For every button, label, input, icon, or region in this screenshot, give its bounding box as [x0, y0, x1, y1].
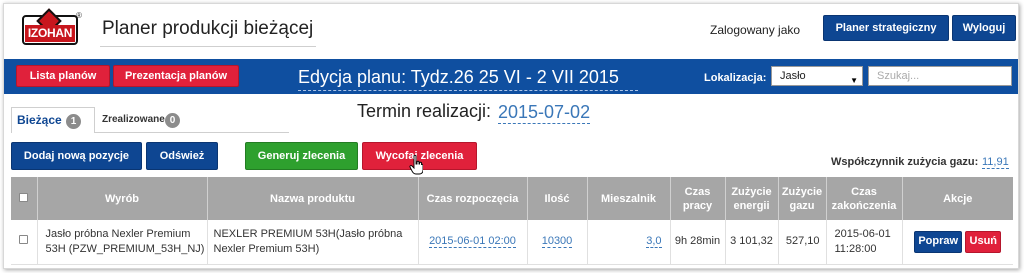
- column-header: Wyrób: [37, 177, 208, 220]
- delete-button[interactable]: Usuń: [965, 230, 1002, 253]
- realization-date[interactable]: 2015-07-02: [498, 101, 591, 124]
- mixer-cell: 3,0: [587, 220, 671, 265]
- column-header: Zużycie energii: [725, 177, 779, 220]
- select-all-checkbox[interactable]: [19, 192, 29, 202]
- tab-current-label[interactable]: Bieżące: [17, 113, 62, 127]
- select-all-cell: [11, 177, 38, 220]
- edit-button[interactable]: Popraw: [914, 230, 963, 253]
- registered-mark: ®: [76, 11, 82, 20]
- row-select-cell: [11, 220, 38, 265]
- product-name-cell: NEXLER PREMIUM 53H(Jasło próbna Nexler P…: [207, 220, 419, 265]
- tab-current-count: 1: [66, 114, 81, 129]
- product-cell: Jasło próbna Nexler Premium 53H (PZW_PRE…: [37, 220, 208, 265]
- app-window: IZOHAN ® Planer produkcji bieżącej Zalog…: [3, 3, 1019, 269]
- column-header: Nazwa produktu: [207, 177, 419, 220]
- quantity-cell: 10300: [527, 220, 588, 265]
- column-header: Ilość: [527, 177, 588, 220]
- gas-factor-value[interactable]: 11,91: [982, 156, 1009, 169]
- mixer-link[interactable]: 3,0: [646, 235, 662, 249]
- plan-title: Edycja planu: Tydz.26 25 VI - 2 VII 2015: [298, 67, 619, 87]
- plan-title-underline: [298, 90, 638, 91]
- tab-realized-count: 0: [165, 113, 180, 128]
- location-label: Lokalizacja:: [704, 72, 767, 84]
- tab-divider: [95, 132, 289, 133]
- strategic-planner-button[interactable]: Planer strategiczny: [823, 15, 949, 41]
- work-time-cell: 9h 28min: [670, 220, 726, 265]
- column-header: Czas pracy: [670, 177, 726, 220]
- actions-cell: Popraw Usuń: [902, 220, 1013, 265]
- tab-realized[interactable]: Zrealizowane: [102, 113, 165, 127]
- gas-factor-label: Współczynnik zużycia gazu:: [831, 156, 979, 168]
- refresh-button[interactable]: Odśwież: [146, 142, 218, 170]
- column-header: Akcje: [902, 177, 1013, 220]
- plans-list-button[interactable]: Lista planów: [16, 65, 110, 87]
- logo-text: IZOHAN: [25, 25, 75, 42]
- app-title: Planer produkcji bieżącej: [102, 18, 314, 39]
- location-value: Jasło: [780, 70, 806, 82]
- search-input[interactable]: Szukaj...: [868, 66, 1012, 86]
- gas-cell: 527,10: [778, 220, 827, 265]
- production-table: Wyrób Nazwa produktu Czas rozpoczęcia Il…: [11, 177, 1013, 265]
- quantity-link[interactable]: 10300: [541, 235, 573, 249]
- title-divider: [100, 46, 316, 47]
- add-position-button[interactable]: Dodaj nową pozycje: [11, 142, 142, 170]
- dropdown-caret-icon: ▼: [850, 76, 858, 85]
- end-time-cell: 2015-06-01 11:28:00: [826, 220, 903, 265]
- column-header: Mieszalnik: [587, 177, 671, 220]
- plans-presentation-button[interactable]: Prezentacja planów: [113, 65, 239, 87]
- column-header: Zużycie gazu: [778, 177, 827, 220]
- energy-cell: 3 101,32: [725, 220, 779, 265]
- start-time-link[interactable]: 2015-06-01 02:00: [429, 235, 516, 249]
- hand-cursor-icon: [409, 155, 423, 175]
- column-header: Czas zakończenia: [826, 177, 903, 220]
- start-time-cell: 2015-06-01 02:00: [418, 220, 528, 265]
- generate-orders-button[interactable]: Generuj zlecenia: [245, 142, 358, 170]
- realization-label: Termin realizacji:: [357, 101, 492, 121]
- table-row: Jasło próbna Nexler Premium 53H (PZW_PRE…: [11, 220, 1013, 265]
- column-header: Czas rozpoczęcia: [418, 177, 528, 220]
- izohan-logo: IZOHAN ®: [22, 8, 82, 45]
- row-checkbox[interactable]: [19, 235, 29, 245]
- logout-button[interactable]: Wyloguj: [952, 15, 1016, 41]
- login-label: Zalogowany jako: [710, 23, 801, 37]
- location-select[interactable]: Jasło ▼: [771, 66, 863, 86]
- table-header-row: Wyrób Nazwa produktu Czas rozpoczęcia Il…: [11, 177, 1013, 220]
